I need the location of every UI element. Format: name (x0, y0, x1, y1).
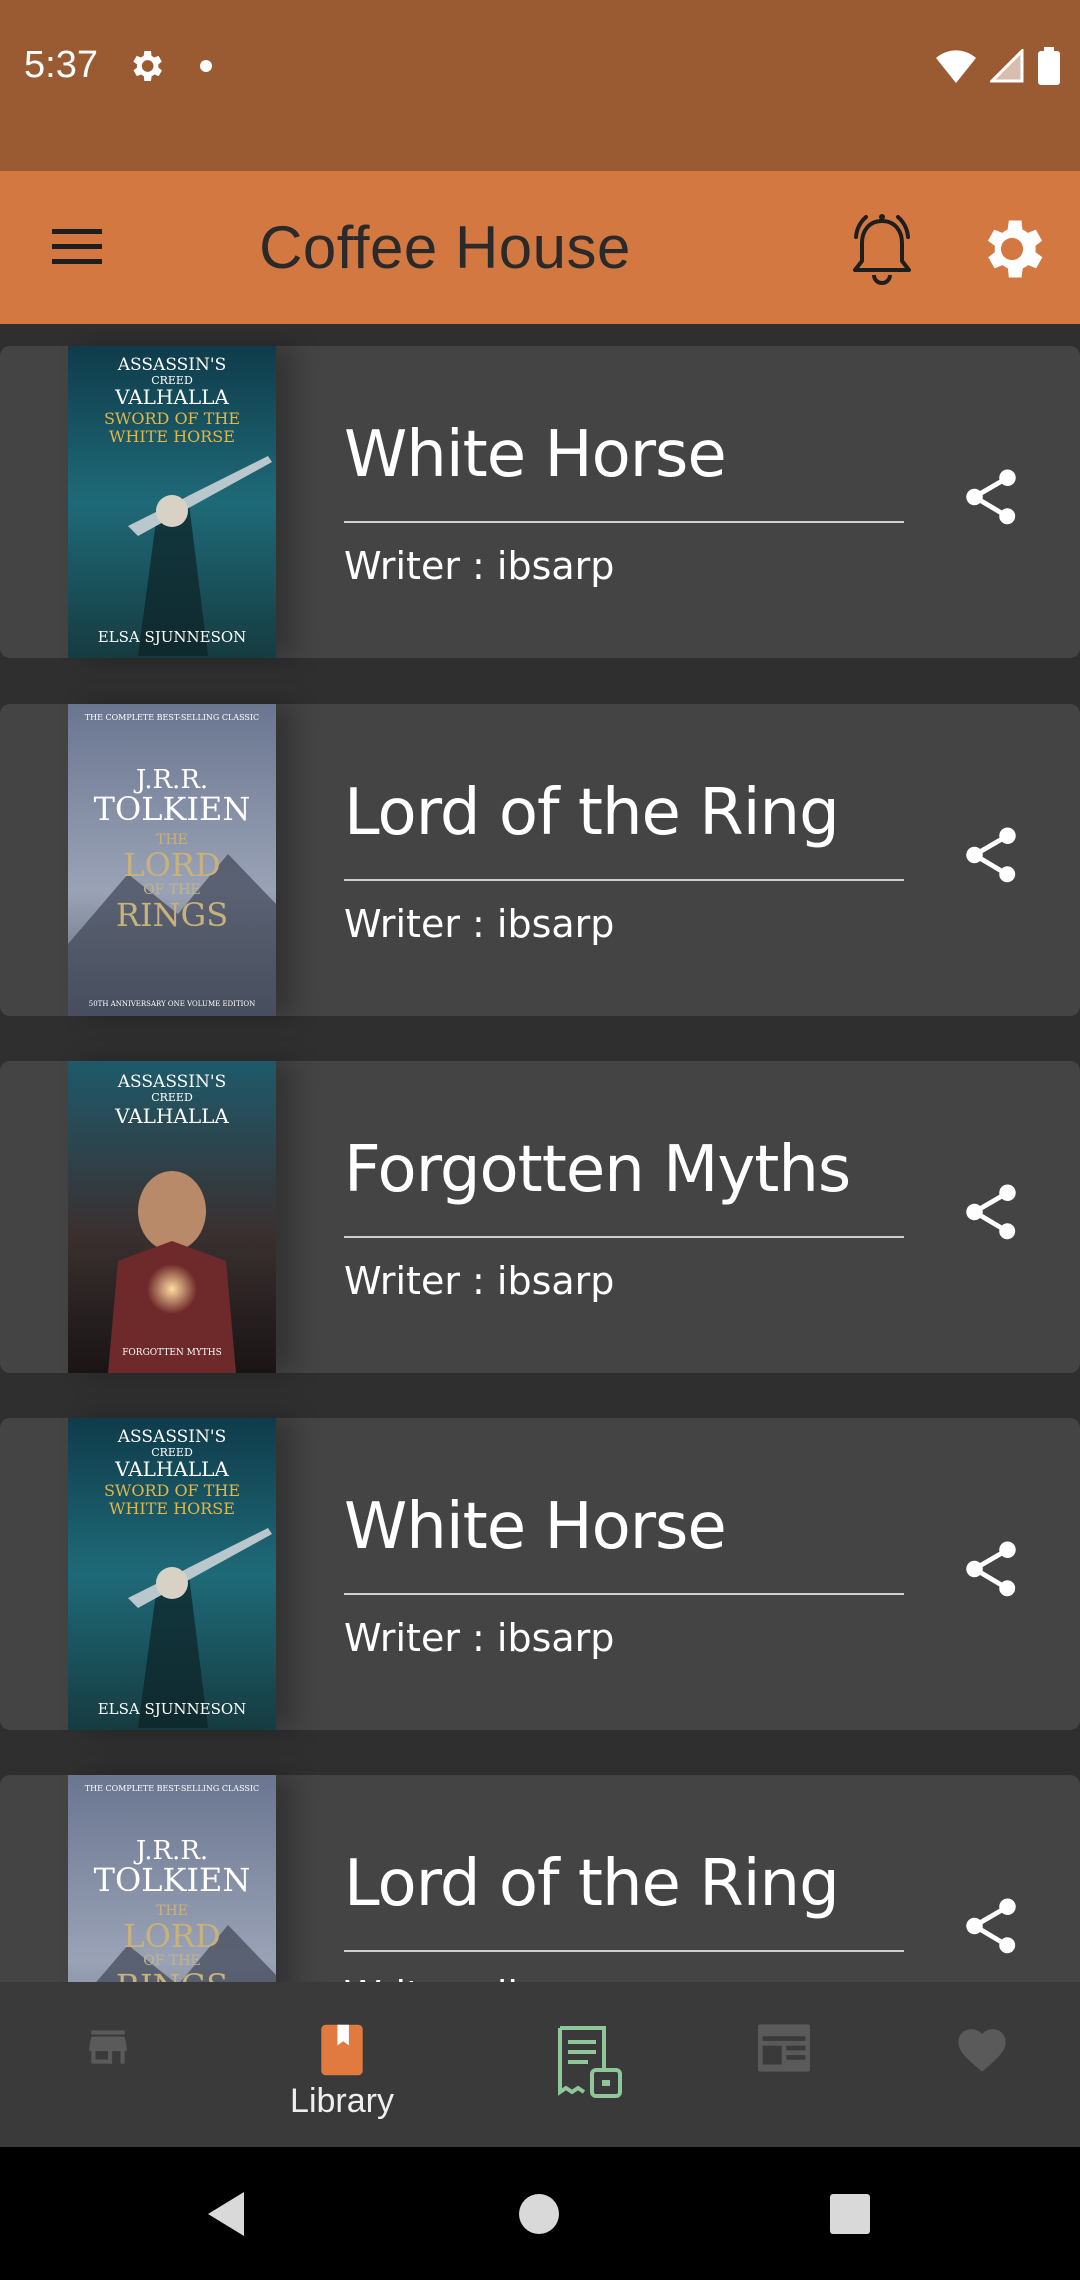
svg-text:SWORD OF THE: SWORD OF THE (104, 1481, 240, 1500)
svg-text:CREED: CREED (151, 1091, 193, 1104)
book-cover-image: ASSASSIN'S CREED VALHALLA FORGOTTEN MYTH… (68, 1061, 276, 1373)
nav-receipt[interactable] (480, 1982, 696, 2147)
book-title: Lord of the Ring (344, 776, 840, 850)
back-icon[interactable] (204, 2189, 248, 2239)
divider (344, 1950, 904, 1952)
store-icon (89, 2030, 127, 2064)
heart-icon (958, 2029, 1006, 2072)
wifi-icon (936, 50, 976, 83)
share-icon[interactable] (958, 1179, 1024, 1245)
svg-text:THE COMPLETE BEST-SELLING CLAS: THE COMPLETE BEST-SELLING CLASSIC (85, 713, 259, 722)
svg-text:SWORD OF THE: SWORD OF THE (104, 409, 240, 428)
book-list[interactable]: ASSASSIN'S CREED VALHALLA SWORD OF THE W… (0, 324, 1080, 1982)
battery-icon (1038, 47, 1060, 85)
book-title: White Horse (344, 418, 727, 492)
svg-text:TOLKIEN: TOLKIEN (94, 790, 251, 828)
svg-text:LORD: LORD (123, 1917, 220, 1955)
book-card[interactable]: ASSASSIN'S CREED VALHALLA SWORD OF THE W… (0, 346, 1080, 658)
app-title: Coffee House (259, 214, 631, 281)
bell-alarm-icon[interactable] (842, 207, 922, 291)
book-cover-image: ASSASSIN'S CREED VALHALLA SWORD OF THE W… (68, 346, 276, 658)
svg-text:THE COMPLETE BEST-SELLING CLAS: THE COMPLETE BEST-SELLING CLASSIC (85, 1784, 259, 1793)
nav-news[interactable] (676, 1982, 892, 2147)
nav-library[interactable]: Library (234, 1982, 450, 2147)
book-card[interactable]: THE COMPLETE BEST-SELLING CLASSIC J.R.R.… (0, 704, 1080, 1016)
signal-icon (990, 49, 1024, 83)
share-icon[interactable] (958, 822, 1024, 888)
divider (344, 1236, 904, 1238)
divider (344, 521, 904, 523)
book-icon (321, 2024, 363, 2076)
book-cover-image: ASSASSIN'S CREED VALHALLA SWORD OF THE W… (68, 1418, 276, 1730)
svg-text:WHITE HORSE: WHITE HORSE (109, 427, 235, 446)
book-title: White Horse (344, 1490, 727, 1564)
book-card[interactable]: ASSASSIN'S CREED VALHALLA FORGOTTEN MYTH… (0, 1061, 1080, 1373)
status-time: 5:37 (24, 44, 98, 86)
share-icon[interactable] (958, 1893, 1024, 1959)
svg-text:VALHALLA: VALHALLA (114, 1104, 229, 1128)
nav-store[interactable] (0, 1982, 216, 2147)
divider (344, 1593, 904, 1595)
svg-text:ASSASSIN'S: ASSASSIN'S (117, 1072, 226, 1092)
svg-text:FORGOTTEN MYTHS: FORGOTTEN MYTHS (122, 1348, 222, 1358)
book-cover-image: THE COMPLETE BEST-SELLING CLASSIC J.R.R.… (68, 704, 276, 1016)
book-writer: Writer : ibsarp (344, 902, 615, 946)
svg-text:RINGS: RINGS (116, 896, 228, 934)
svg-text:LORD: LORD (123, 846, 220, 884)
svg-text:VALHALLA: VALHALLA (114, 385, 229, 409)
svg-text:TOLKIEN: TOLKIEN (94, 1861, 251, 1899)
receipt-icon (558, 2026, 622, 2098)
system-navigation-bar (0, 2147, 1080, 2280)
svg-text:ASSASSIN'S: ASSASSIN'S (117, 1427, 226, 1447)
svg-text:RINGS: RINGS (116, 1967, 228, 1982)
status-icons (936, 46, 1060, 86)
home-icon[interactable] (517, 2192, 561, 2236)
book-card[interactable]: ASSASSIN'S CREED VALHALLA SWORD OF THE W… (0, 1418, 1080, 1730)
svg-text:WHITE HORSE: WHITE HORSE (109, 1499, 235, 1518)
app-bar: Coffee House (0, 171, 1080, 324)
book-title: Forgotten Myths (344, 1133, 851, 1207)
book-writer: Writer : ibsarp (344, 544, 615, 588)
newspaper-icon (758, 2024, 810, 2072)
notification-dot-icon (200, 60, 212, 72)
bottom-navigation: Library (0, 1982, 1080, 2147)
book-title: Lord of the Ring (344, 1847, 840, 1921)
book-writer: Writer : ibsarp (344, 1259, 615, 1303)
svg-text:ELSA SJUNNESON: ELSA SJUNNESON (98, 628, 247, 646)
nav-favorites[interactable] (874, 1982, 1080, 2147)
svg-text:VALHALLA: VALHALLA (114, 1457, 229, 1481)
book-cover-image: THE COMPLETE BEST-SELLING CLASSIC J.R.R.… (68, 1775, 276, 1982)
svg-text:ASSASSIN'S: ASSASSIN'S (117, 355, 226, 375)
status-bar: 5:37 (0, 0, 1080, 171)
recents-icon[interactable] (828, 2192, 872, 2236)
share-icon[interactable] (958, 1536, 1024, 1602)
divider (344, 879, 904, 881)
book-writer: Writer : ibsarp (344, 1973, 614, 1982)
share-icon[interactable] (958, 464, 1024, 530)
svg-text:ELSA SJUNNESON: ELSA SJUNNESON (98, 1700, 247, 1718)
book-card[interactable]: THE COMPLETE BEST-SELLING CLASSIC J.R.R.… (0, 1775, 1080, 1982)
svg-text:50TH ANNIVERSARY ONE VOLUME ED: 50TH ANNIVERSARY ONE VOLUME EDITION (89, 1000, 256, 1008)
settings-icon[interactable] (974, 211, 1050, 287)
nav-library-label: Library (290, 2082, 394, 2120)
settings-status-icon (133, 51, 162, 81)
book-writer: Writer : ibsarp (344, 1616, 615, 1660)
